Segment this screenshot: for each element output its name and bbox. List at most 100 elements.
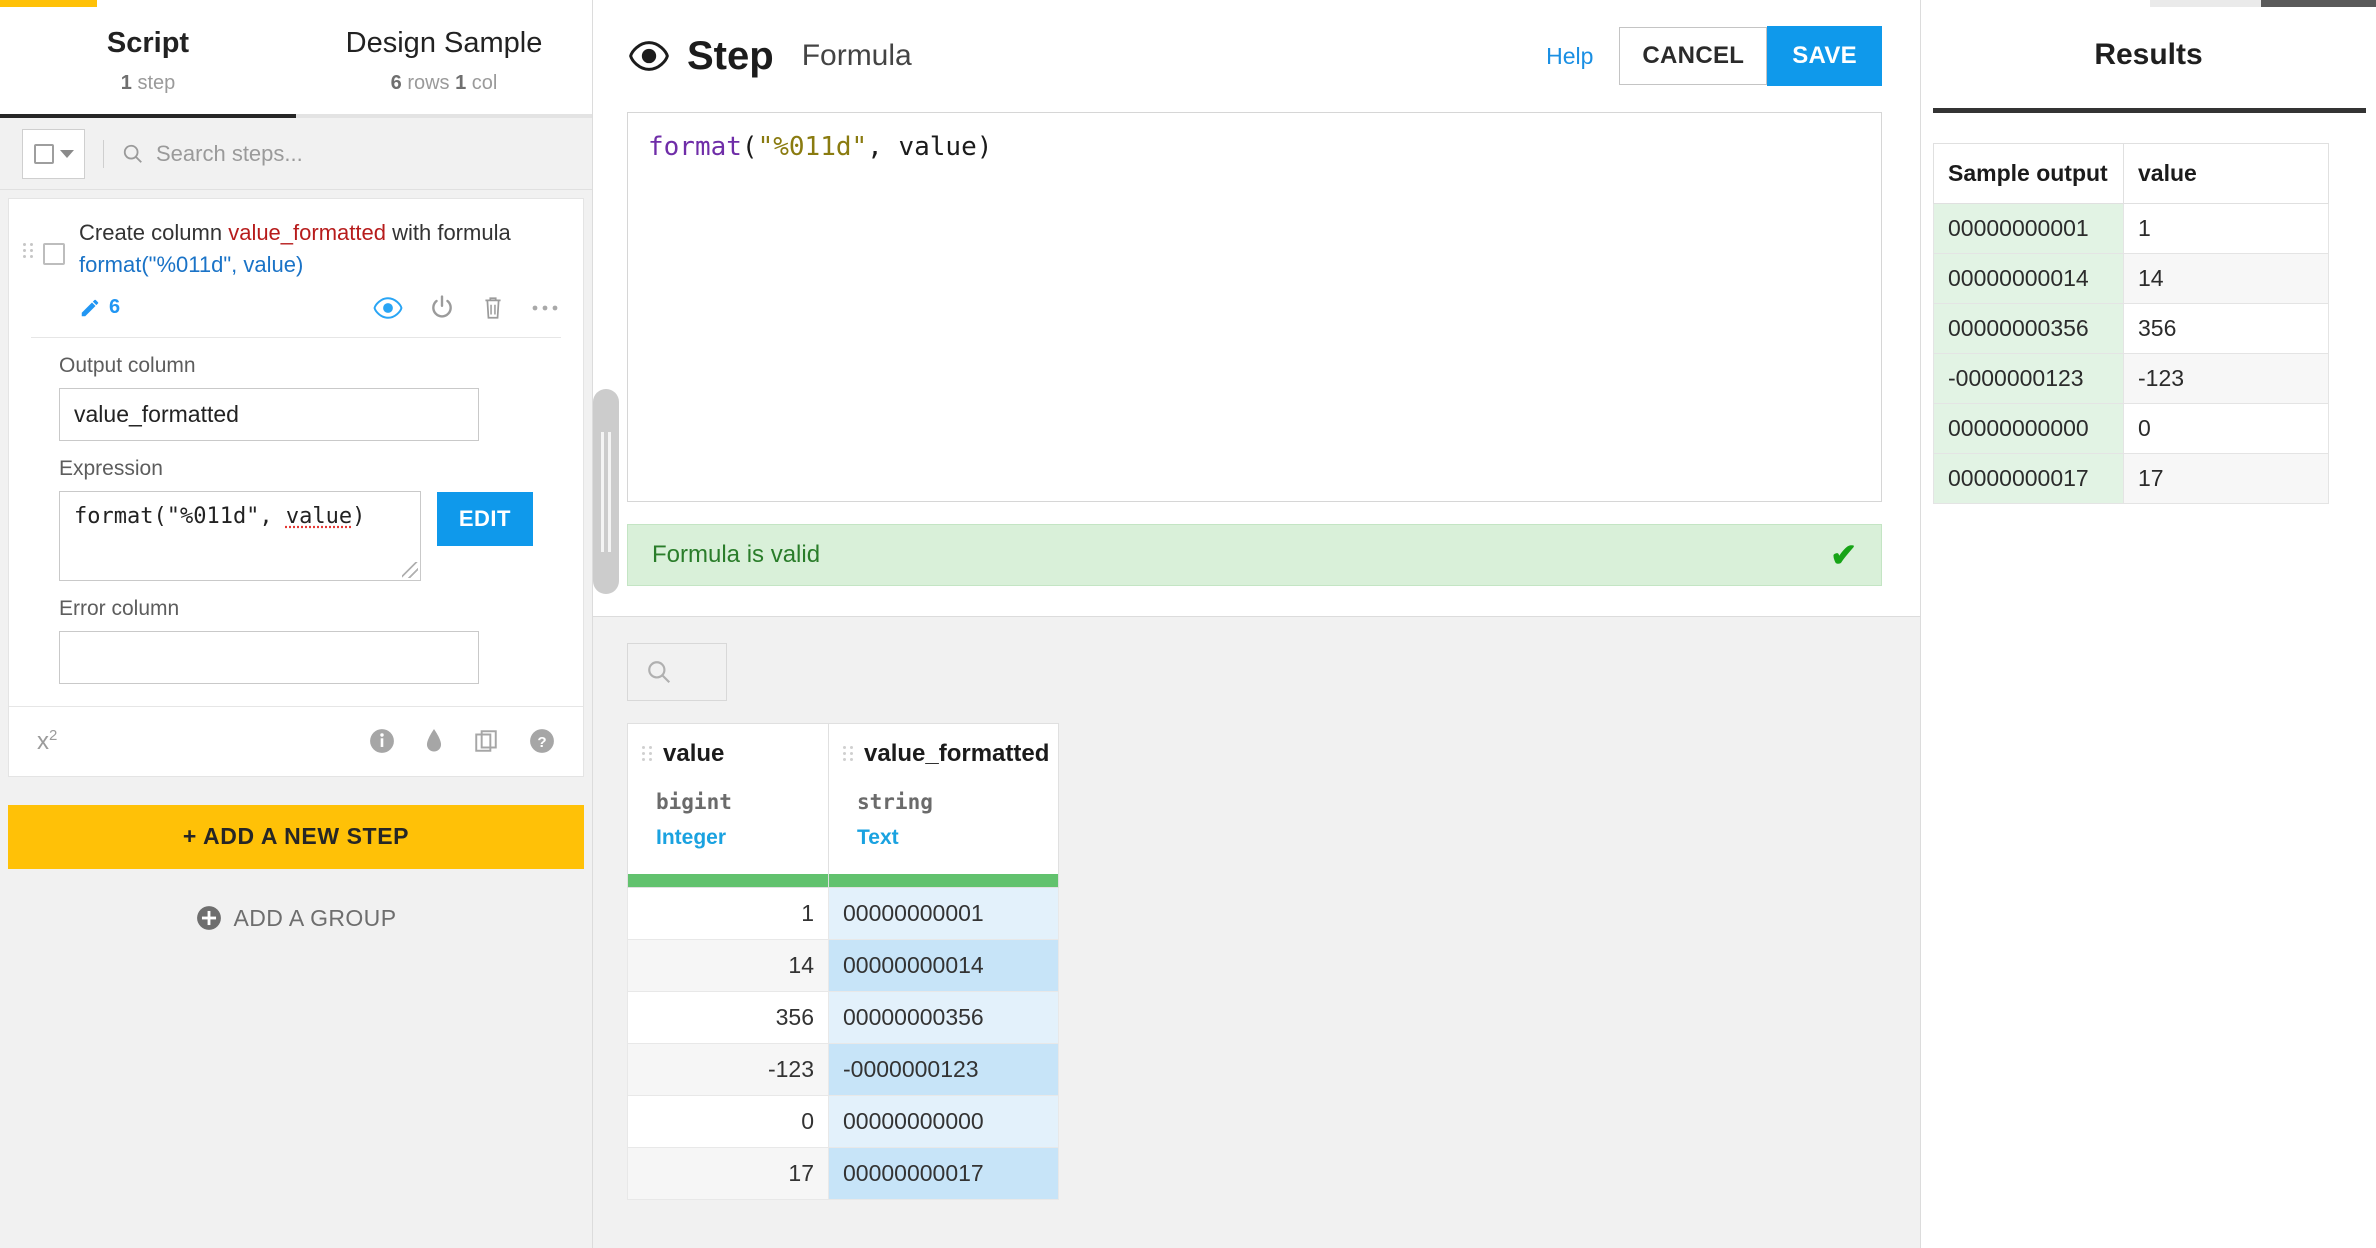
cell-value: 356 [628, 992, 829, 1044]
plus-circle-icon [196, 905, 222, 931]
results-cell-sample: 00000000017 [1934, 454, 2124, 504]
save-button[interactable]: SAVE [1767, 26, 1882, 86]
drag-handle-icon[interactable] [843, 746, 854, 761]
trash-icon[interactable] [481, 295, 505, 321]
results-cell-sample: 00000000356 [1934, 304, 2124, 354]
pencil-icon [79, 297, 101, 319]
select-all-steps-dropdown[interactable] [22, 129, 85, 179]
tab-script[interactable]: Script 1 step [0, 0, 296, 118]
eye-icon[interactable] [373, 297, 403, 319]
help-link[interactable]: Help [1546, 43, 1593, 70]
table-row[interactable]: 17 00000000017 [628, 1148, 1059, 1200]
error-column-input[interactable] [59, 631, 479, 684]
column-semantic-label[interactable]: Text [857, 826, 1015, 850]
edit-button[interactable]: EDIT [437, 492, 533, 546]
tab-script-subtitle: 1 step [121, 72, 176, 95]
expression-textarea[interactable]: format("%011d", value) [59, 491, 421, 581]
cell-value: 17 [628, 1148, 829, 1200]
tab-rows-count: 6 [391, 72, 402, 94]
formula-editor-panel: Step Formula Help CANCEL SAVE format("%0… [593, 0, 1920, 1248]
table-row: 00000000017 17 [1934, 454, 2329, 504]
copy-icon[interactable] [473, 728, 499, 754]
results-header-sample-output: Sample output [1934, 144, 2124, 204]
table-row[interactable]: 0 00000000000 [628, 1096, 1059, 1148]
code-token-comma: , [867, 132, 898, 162]
results-cell-value: 1 [2124, 204, 2329, 254]
script-sidebar: Script 1 step Design Sample 6 rows 1 col [0, 0, 593, 1248]
column-semantic-label[interactable]: Integer [656, 826, 814, 850]
expression-text: format("%011d", value) [74, 504, 365, 529]
resize-handle-icon[interactable] [402, 562, 418, 578]
info-icon[interactable] [369, 728, 395, 754]
step-checkbox[interactable] [43, 243, 65, 265]
formula-panel-header: Step Formula Help CANCEL SAVE [593, 0, 1920, 112]
tab-rows-unit: rows [407, 72, 449, 94]
drag-handle-icon[interactable] [23, 243, 37, 258]
step-card[interactable]: Create column value_formatted with formu… [8, 198, 584, 777]
step-footer-icons: ? [369, 728, 555, 754]
output-column-input[interactable]: value_formatted [59, 388, 479, 441]
code-token-close-paren: ) [977, 132, 993, 162]
column-header-inner: value_formatted string Text [829, 724, 1029, 874]
results-table-body: 00000000001 1 00000000014 14 00000000356… [1934, 204, 2329, 504]
panel-subtitle: Formula [802, 39, 912, 73]
table-row[interactable]: -123 -0000000123 [628, 1044, 1059, 1096]
results-rule [1933, 108, 2366, 113]
column-header-value[interactable]: value bigint Integer [628, 724, 829, 888]
droplet-icon[interactable] [425, 728, 443, 754]
results-cell-value: 356 [2124, 304, 2329, 354]
tab-cols-unit: col [472, 72, 498, 94]
cell-value: 14 [628, 940, 829, 992]
step-description: Create column value_formatted with formu… [79, 217, 569, 321]
top-accent-bar [0, 0, 97, 7]
horizontal-scrollbar-thumb[interactable] [2261, 0, 2376, 7]
cancel-button[interactable]: CANCEL [1619, 27, 1767, 85]
table-row: 00000000001 1 [1934, 204, 2329, 254]
results-cell-value: 17 [2124, 454, 2329, 504]
step-formula-link[interactable]: format("%011d", value) [79, 249, 569, 281]
search-steps-input[interactable]: Search steps... [122, 141, 570, 167]
steps-toolbar: Search steps... [0, 118, 592, 190]
data-grid-table: value bigint Integer value [627, 723, 1059, 1200]
edit-count-group[interactable]: 6 [79, 296, 120, 319]
drag-handle-icon[interactable] [642, 746, 653, 761]
step-action-icons [373, 295, 569, 321]
table-row[interactable]: 1 00000000001 [628, 888, 1059, 940]
table-row[interactable]: 14 00000000014 [628, 940, 1059, 992]
x-squared-icon[interactable]: x2 [37, 727, 57, 756]
search-icon [646, 659, 672, 685]
column-header-value-formatted[interactable]: value_formatted string Text [829, 724, 1059, 888]
column-quality-bar [628, 874, 828, 887]
add-group-label: ADD A GROUP [234, 905, 397, 932]
results-header-value: value [2124, 144, 2329, 204]
results-cell-sample: 00000000001 [1934, 204, 2124, 254]
results-cell-sample: -0000000123 [1934, 354, 2124, 404]
grid-search-input[interactable] [627, 643, 727, 701]
error-column-field: Error column [9, 581, 583, 684]
panel-resize-handle[interactable] [593, 389, 619, 594]
expression-field: Expression format("%011d", value) EDIT [9, 441, 583, 581]
tab-cols-count: 1 [455, 72, 466, 94]
tab-design-sample[interactable]: Design Sample 6 rows 1 col [296, 0, 592, 118]
formula-code-editor[interactable]: format("%011d", value) [627, 112, 1882, 502]
table-row[interactable]: 356 00000000356 [628, 992, 1059, 1044]
help-icon[interactable]: ? [529, 728, 555, 754]
search-steps-placeholder: Search steps... [156, 141, 303, 167]
panel-title: Step [687, 34, 774, 79]
svg-text:?: ? [537, 734, 546, 751]
ellipsis-icon[interactable] [531, 303, 561, 313]
cell-value-formatted: 00000000001 [829, 888, 1059, 940]
sidebar-tabs: Script 1 step Design Sample 6 rows 1 col [0, 0, 592, 118]
column-quality-bar [829, 874, 1058, 887]
data-grid-body: 1 00000000001 14 00000000014 356 0000000… [628, 888, 1059, 1200]
power-icon[interactable] [429, 295, 455, 321]
expression-squiggle: value [286, 504, 352, 529]
add-new-step-button[interactable]: + ADD A NEW STEP [8, 805, 584, 869]
horizontal-scrollbar-track[interactable] [2150, 0, 2376, 7]
add-group-button[interactable]: ADD A GROUP [0, 905, 592, 932]
toolbar-divider [103, 140, 104, 168]
tab-design-sample-subtitle: 6 rows 1 col [391, 72, 498, 95]
cell-value: 1 [628, 888, 829, 940]
eye-icon[interactable] [627, 41, 671, 71]
results-table-head: Sample output value [1934, 144, 2329, 204]
